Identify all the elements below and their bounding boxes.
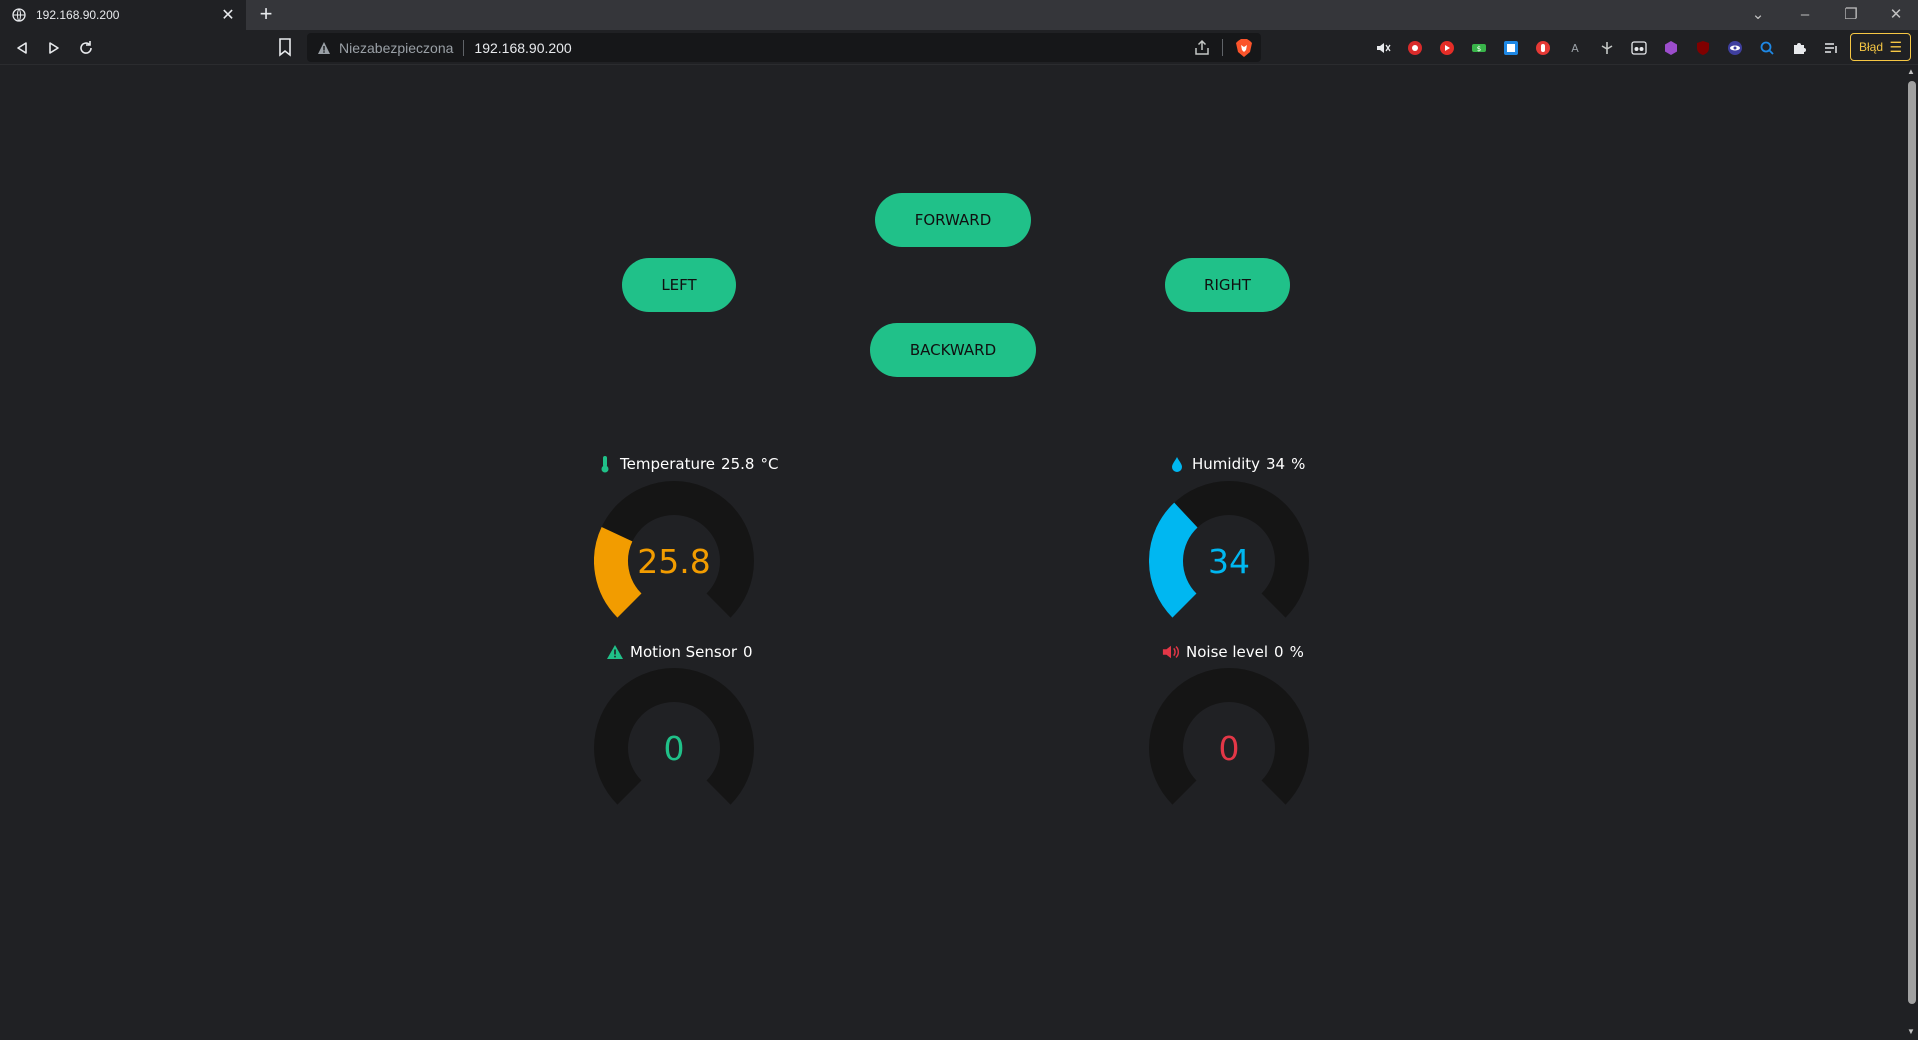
humidity-unit: % [1291, 455, 1306, 473]
motion-value: 0 [743, 643, 753, 661]
scrollbar-thumb[interactable] [1908, 81, 1916, 1004]
extension-red-circle-icon[interactable] [1404, 37, 1426, 59]
url-text: 192.168.90.200 [474, 39, 572, 56]
scroll-down-icon[interactable]: ▼ [1907, 1027, 1915, 1036]
close-tab-icon[interactable]: ✕ [216, 5, 240, 25]
humidity-label: Humidity 34 % [1168, 455, 1305, 473]
brave-shield-icon[interactable] [1235, 38, 1253, 58]
temperature-label: Temperature 25.8 °C [596, 455, 778, 473]
vertical-scrollbar[interactable]: ▲ ▼ [1905, 65, 1918, 1040]
forward-arrow-icon [49, 42, 59, 54]
omnibox-separator [463, 39, 465, 56]
scroll-up-icon[interactable]: ▲ [1907, 67, 1915, 76]
temperature-gauge-value: 25.8 [637, 541, 711, 581]
extensions-bar: $ A [1372, 37, 1842, 59]
back-button[interactable] [10, 36, 34, 60]
minimize-icon[interactable]: – [1783, 0, 1827, 28]
temperature-gauge: 25.8 [594, 481, 754, 641]
noise-unit: % [1289, 643, 1304, 661]
error-badge-label: Błąd [1859, 40, 1884, 54]
menu-icon: ☰ [1889, 38, 1902, 55]
extensions-puzzle-icon[interactable] [1788, 37, 1810, 59]
motion-label: Motion Sensor 0 [606, 643, 753, 661]
humidity-name: Humidity [1192, 455, 1261, 473]
reload-icon [80, 41, 92, 54]
temperature-name: Temperature [620, 455, 716, 473]
speaker-icon [1162, 643, 1180, 661]
browser-tab[interactable]: 192.168.90.200 ✕ [0, 0, 246, 30]
extension-glasses-icon[interactable] [1628, 37, 1650, 59]
reading-list-icon[interactable] [1820, 37, 1842, 59]
close-window-icon[interactable]: ✕ [1874, 0, 1918, 28]
restore-icon[interactable]: ❐ [1829, 0, 1873, 28]
error-badge-button[interactable]: Błąd ☰ [1850, 33, 1911, 61]
bookmark-icon[interactable] [276, 37, 294, 57]
forward-nav-button[interactable] [42, 36, 66, 60]
warning-icon [318, 41, 330, 54]
noise-gauge-value: 0 [1218, 728, 1240, 768]
noise-value: 0 [1274, 643, 1284, 661]
extension-money-icon[interactable]: $ [1468, 37, 1490, 59]
back-arrow-icon [17, 42, 27, 54]
browser-toolbar: Niezabezpieczona 192.168.90.200 $ A Błąd… [0, 30, 1918, 65]
svg-text:$: $ [1477, 45, 1481, 53]
share-icon[interactable] [1193, 39, 1211, 57]
temperature-unit: °C [760, 455, 779, 473]
noise-name: Noise level [1186, 643, 1269, 661]
thermometer-icon [596, 455, 614, 473]
extension-translate-icon[interactable]: A [1564, 37, 1586, 59]
motion-name: Motion Sensor [630, 643, 738, 661]
new-tab-button[interactable]: + [253, 2, 279, 28]
humidity-gauge: 34 [1149, 481, 1309, 641]
motion-gauge-value: 0 [663, 728, 685, 768]
forward-button[interactable]: FORWARD [875, 193, 1031, 247]
motion-gauge: 0 [594, 668, 754, 828]
extension-tree-icon[interactable] [1596, 37, 1618, 59]
extension-cube-icon[interactable] [1660, 37, 1682, 59]
ublock-icon[interactable] [1692, 37, 1714, 59]
noise-gauge: 0 [1149, 668, 1309, 828]
backward-button[interactable]: BACKWARD [870, 323, 1036, 377]
extension-search-icon[interactable] [1756, 37, 1778, 59]
humidity-gauge-value: 34 [1208, 541, 1250, 581]
extension-blue-square-icon[interactable] [1500, 37, 1522, 59]
temperature-value: 25.8 [721, 455, 755, 473]
tab-strip: 192.168.90.200 ✕ + ⌄ – ❐ ✕ [0, 0, 1918, 30]
water-drop-icon [1168, 455, 1186, 473]
humidity-value: 34 [1266, 455, 1286, 473]
mute-icon[interactable] [1372, 37, 1394, 59]
address-bar[interactable]: Niezabezpieczona 192.168.90.200 [307, 33, 1261, 62]
extension-play-icon[interactable] [1436, 37, 1458, 59]
page-content: FORWARD LEFT RIGHT BACKWARD Temperature … [0, 65, 1905, 1040]
extension-eye-icon[interactable] [1724, 37, 1746, 59]
omnibox-divider [1222, 39, 1223, 56]
globe-icon [12, 8, 26, 22]
right-button[interactable]: RIGHT [1165, 258, 1290, 312]
left-button[interactable]: LEFT [622, 258, 736, 312]
noise-label: Noise level 0 % [1162, 643, 1304, 661]
security-status: Niezabezpieczona [339, 39, 454, 56]
tab-title: 192.168.90.200 [36, 8, 120, 22]
warning-triangle-icon [606, 643, 624, 661]
tab-search-icon[interactable]: ⌄ [1736, 0, 1780, 28]
extension-hand-icon[interactable] [1532, 37, 1554, 59]
svg-text:A: A [1571, 42, 1579, 55]
reload-button[interactable] [74, 36, 98, 60]
